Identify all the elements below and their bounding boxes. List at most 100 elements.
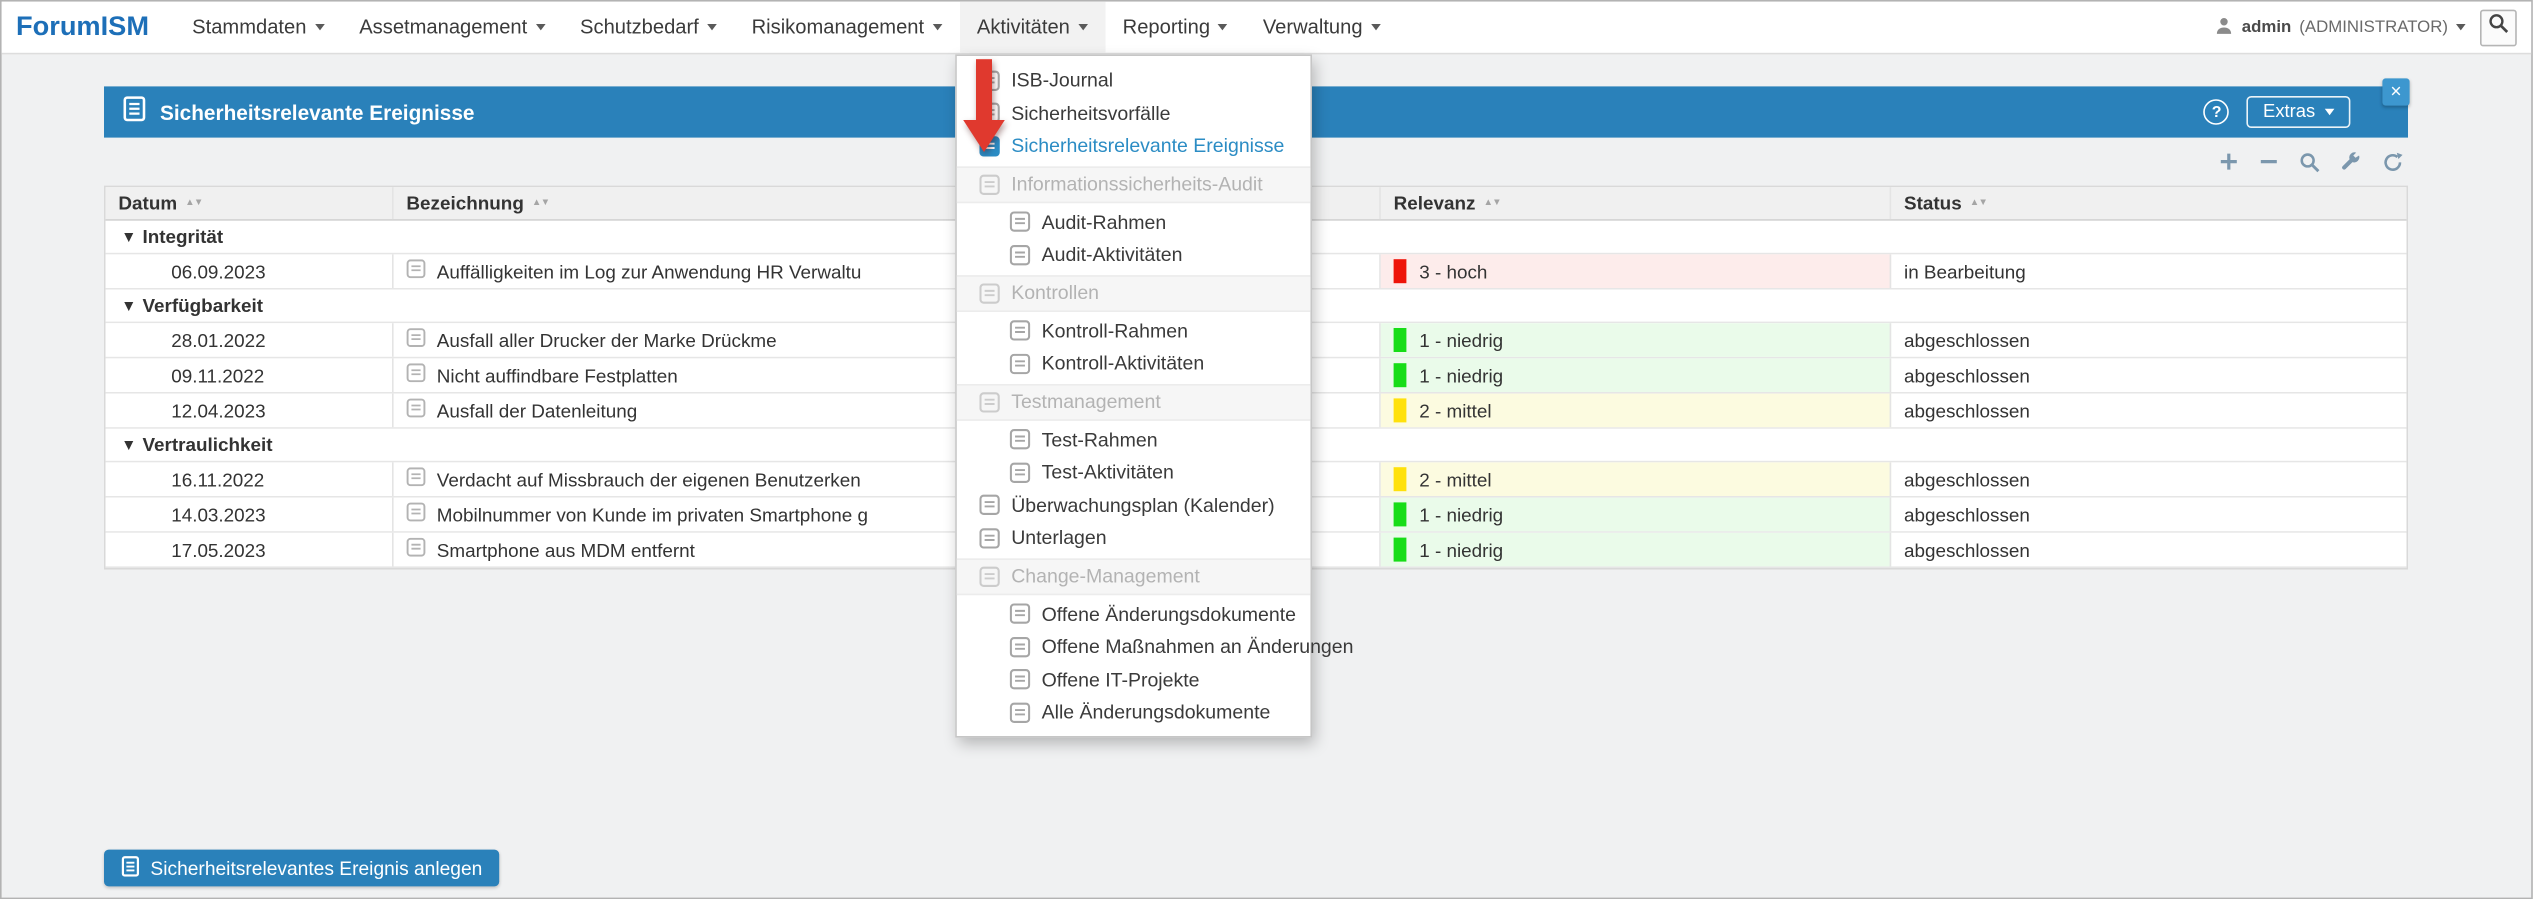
- column-header-status[interactable]: Status ▲▼: [1891, 187, 2406, 219]
- menu-item-unterlagen[interactable]: Unterlagen: [957, 522, 1311, 555]
- column-header-relevanz[interactable]: Relevanz▲▼: [1381, 187, 1891, 219]
- close-panel-button[interactable]: ×: [2382, 78, 2409, 105]
- chevron-down-icon: [1218, 24, 1228, 30]
- menu-item-uberwachungsplan-kalender[interactable]: Überwachungsplan (Kalender): [957, 489, 1311, 522]
- menu-item-label: Kontrollen: [1011, 282, 1099, 304]
- menu-item-offene-massnahmen-an-anderungen[interactable]: Offene Maßnahmen an Änderungen: [957, 630, 1311, 663]
- collapse-caret-icon: ▾: [125, 228, 133, 246]
- nav-item-verwaltung[interactable]: Verwaltung: [1245, 2, 1398, 53]
- cell-datum: 17.05.2023: [106, 533, 394, 567]
- menu-item-offene-it-projekte[interactable]: Offene IT-Projekte: [957, 663, 1311, 696]
- menu-item-audit-rahmen[interactable]: Audit-Rahmen: [957, 206, 1311, 239]
- relevanz-text: 1 - niedrig: [1419, 503, 1503, 525]
- document-icon: [1010, 320, 1031, 341]
- relevanz-text: 3 - hoch: [1419, 260, 1487, 282]
- add-icon[interactable]: [2219, 152, 2238, 171]
- relevanz-text: 1 - niedrig: [1419, 329, 1503, 351]
- menu-item-test-aktivitaten[interactable]: Test-Aktivitäten: [957, 456, 1311, 489]
- cell-status: abgeschlossen: [1891, 323, 2406, 357]
- extras-button[interactable]: Extras: [2247, 96, 2350, 128]
- nav-item-label: Assetmanagement: [359, 16, 527, 38]
- menu-item-sicherheitsvorfalle[interactable]: Sicherheitsvorfälle: [957, 97, 1311, 130]
- nav-item-aktivitaten[interactable]: Aktivitäten: [959, 2, 1105, 53]
- cell-datum: 14.03.2023: [106, 498, 394, 532]
- nav-item-assetmanagement[interactable]: Assetmanagement: [342, 2, 563, 53]
- document-icon: [406, 363, 425, 387]
- search-icon[interactable]: [2299, 151, 2320, 172]
- nav-item-reporting[interactable]: Reporting: [1105, 2, 1245, 53]
- refresh-icon[interactable]: [2382, 151, 2403, 172]
- menu-item-kontroll-aktivitaten[interactable]: Kontroll-Aktivitäten: [957, 347, 1311, 380]
- main-menu: Stammdaten Assetmanagement Schutzbedarf Ris…: [175, 2, 1398, 53]
- nav-item-schutzbedarf[interactable]: Schutzbedarf: [562, 2, 734, 53]
- relevanz-color-block: [1394, 538, 1407, 562]
- menu-group-kontrollen: Kontrollen: [957, 274, 1311, 311]
- menu-item-label: Sicherheitsrelevante Ereignisse: [1011, 135, 1284, 157]
- menu-item-test-rahmen[interactable]: Test-Rahmen: [957, 423, 1311, 456]
- create-event-button[interactable]: Sicherheitsrelevantes Ereignis anlegen: [104, 850, 500, 887]
- app-logo[interactable]: ForumISM: [2, 2, 175, 53]
- document-icon: [1010, 636, 1031, 657]
- menu-item-isb-journal[interactable]: ISB-Journal: [957, 64, 1311, 97]
- relevanz-text: 1 - niedrig: [1419, 364, 1503, 386]
- menu-item-sicherheitsrelevante-ereignisse[interactable]: Sicherheitsrelevante Ereignisse: [957, 130, 1311, 163]
- nav-item-stammdaten[interactable]: Stammdaten: [175, 2, 342, 53]
- nav-right-area: admin (ADMINISTRATOR): [2215, 2, 2532, 53]
- user-menu[interactable]: admin (ADMINISTRATOR): [2215, 15, 2466, 39]
- search-icon: [2488, 13, 2509, 42]
- nav-item-risikomanagement[interactable]: Risikomanagement: [734, 2, 959, 53]
- top-navigation-bar: ForumISM Stammdaten Assetmanagement Schutz…: [2, 2, 2532, 55]
- menu-item-label: Test-Rahmen: [1042, 428, 1158, 450]
- chevron-down-icon: [2456, 24, 2466, 30]
- document-icon: [406, 467, 425, 491]
- menu-item-label: Sicherheitsvorfälle: [1011, 102, 1170, 124]
- document-icon: [406, 538, 425, 562]
- calendar-icon: [979, 495, 1000, 516]
- red-arrow-annotation: [963, 59, 1005, 152]
- cell-relevanz: 2 - mittel: [1381, 394, 1891, 428]
- menu-item-audit-aktivitaten[interactable]: Audit-Aktivitäten: [957, 238, 1311, 271]
- document-icon: [406, 259, 425, 283]
- cell-datum: 16.11.2022: [106, 462, 394, 496]
- cell-status: abgeschlossen: [1891, 462, 2406, 496]
- user-icon: [2215, 15, 2234, 39]
- menu-item-kontroll-rahmen[interactable]: Kontroll-Rahmen: [957, 314, 1311, 347]
- events-document-icon: [123, 95, 145, 129]
- document-icon: [406, 328, 425, 352]
- bezeichnung-text: Auffälligkeiten im Log zur Anwendung HR …: [437, 260, 862, 282]
- configure-icon[interactable]: [2341, 151, 2362, 172]
- cell-status: in Bearbeitung: [1891, 254, 2406, 288]
- red-arrow-shaft: [976, 59, 992, 120]
- cell-datum: 12.04.2023: [106, 394, 394, 428]
- chevron-down-icon: [535, 24, 545, 30]
- bezeichnung-text: Smartphone aus MDM entfernt: [437, 538, 695, 560]
- nav-item-label: Aktivitäten: [977, 16, 1070, 38]
- column-header-datum[interactable]: Datum▲▼: [106, 187, 394, 219]
- remove-icon[interactable]: [2259, 152, 2278, 171]
- sort-icons: ▲▼: [1970, 198, 1987, 208]
- section-icon: [979, 174, 1000, 195]
- create-event-label: Sicherheitsrelevantes Ereignis anlegen: [150, 857, 482, 879]
- group-label: Vertraulichkeit: [142, 434, 272, 456]
- help-button[interactable]: ?: [2204, 99, 2230, 125]
- menu-item-offene-anderungsdokumente[interactable]: Offene Änderungsdokumente: [957, 598, 1311, 631]
- relevanz-color-block: [1394, 467, 1407, 491]
- chevron-down-icon: [1371, 24, 1381, 30]
- global-search-button[interactable]: [2480, 9, 2517, 46]
- menu-item-alle-anderungsdokumente[interactable]: Alle Änderungsdokumente: [957, 696, 1311, 729]
- user-name: admin: [2242, 18, 2291, 37]
- cell-relevanz: 1 - niedrig: [1381, 498, 1891, 532]
- document-icon: [1010, 702, 1031, 723]
- document-icon: [979, 528, 1000, 549]
- menu-item-label: Offene Maßnahmen an Änderungen: [1042, 636, 1354, 658]
- sort-icons: ▲▼: [1483, 198, 1500, 208]
- chevron-down-icon: [314, 24, 324, 30]
- aktivitaeten-dropdown: ISB-Journal Sicherheitsvorfälle Sicherheit…: [955, 54, 1312, 736]
- nav-item-label: Schutzbedarf: [580, 16, 699, 38]
- column-label: Datum: [118, 192, 177, 214]
- relevanz-color-block: [1394, 259, 1407, 283]
- column-label: Status: [1904, 192, 1962, 214]
- bezeichnung-text: Nicht auffindbare Festplatten: [437, 364, 678, 386]
- chevron-down-icon: [932, 24, 942, 30]
- column-label: Bezeichnung: [406, 192, 523, 214]
